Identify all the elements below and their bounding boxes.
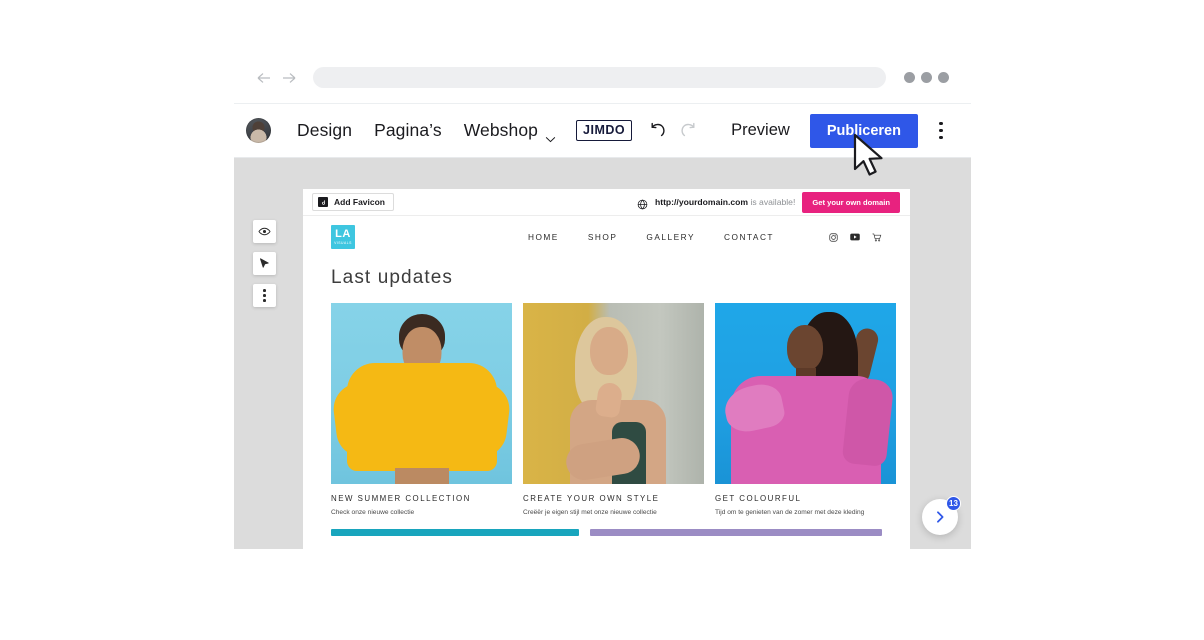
favicon-icon: [318, 197, 328, 207]
site-nav-links: HOME SHOP GALLERY CONTACT: [528, 232, 882, 242]
tool-rail: [253, 220, 276, 307]
arrow-left-icon[interactable]: [256, 70, 272, 86]
jimdo-logo[interactable]: JIMDO: [576, 120, 633, 141]
chevron-down-icon: [545, 127, 556, 143]
redo-icon[interactable]: [678, 120, 700, 142]
domain-availability: is available!: [748, 197, 796, 207]
editor-canvas: Add Favicon http://yourdomain.com is ava…: [234, 158, 971, 549]
card-description: Check onze nieuwe collectie: [331, 509, 415, 516]
add-favicon-label: Add Favicon: [334, 197, 386, 207]
youtube-icon[interactable]: [850, 233, 860, 241]
card-title: CREATE YOUR OWN STYLE: [523, 494, 660, 503]
site-logo[interactable]: LA VISUALS: [331, 225, 355, 249]
browser-chrome: [234, 52, 971, 104]
globe-icon: [637, 197, 648, 209]
card-title: GET COLOURFUL: [715, 494, 802, 503]
domain-bar: Add Favicon http://yourdomain.com is ava…: [303, 189, 910, 216]
screenshot-stage: Design Pagina’s Webshop JIMDO Preview Pu…: [0, 0, 1204, 640]
card-item[interactable]: NEW SUMMER COLLECTION Check onze nieuwe …: [331, 303, 512, 518]
menu-item-label: Webshop: [463, 120, 539, 140]
card-title: NEW SUMMER COLLECTION: [331, 494, 471, 503]
menu-item-label: Pagina’s: [374, 120, 442, 140]
site-preview: Add Favicon http://yourdomain.com is ava…: [303, 189, 910, 549]
card-description: Creëër je eigen stijl met onze nieuwe co…: [523, 509, 657, 516]
site-body: Last updates NEW SUMMER COLLECTION Check…: [303, 267, 910, 536]
window-dot[interactable]: [921, 72, 932, 83]
purple-bar: [589, 528, 882, 536]
card-grid: NEW SUMMER COLLECTION Check onze nieuwe …: [331, 303, 896, 518]
chevron-right-icon: [937, 511, 944, 523]
address-bar[interactable]: [313, 67, 886, 88]
shopping-cart-icon[interactable]: [872, 233, 882, 242]
mouse-pointer: [851, 133, 891, 179]
add-favicon-button[interactable]: Add Favicon: [312, 193, 395, 211]
instagram-icon[interactable]: [829, 232, 838, 242]
preview-button[interactable]: Preview: [717, 121, 804, 140]
site-nav-home[interactable]: HOME: [528, 232, 559, 242]
site-logo-sub: VISUALS: [334, 240, 352, 245]
menu-item-pages[interactable]: Pagina’s: [363, 120, 453, 141]
window-dot[interactable]: [904, 72, 915, 83]
card-description: Tijd om te genieten van de zomer met dez…: [715, 509, 865, 516]
site-nav-shop[interactable]: SHOP: [588, 232, 618, 242]
site-nav-gallery[interactable]: GALLERY: [646, 232, 695, 242]
card-image-own-style[interactable]: [523, 303, 704, 484]
browser-nav-arrows: [256, 70, 297, 86]
menu-item-webshop[interactable]: Webshop: [453, 120, 567, 143]
domain-name: http://yourdomain.com: [654, 197, 749, 207]
eye-icon[interactable]: [253, 220, 276, 243]
cursor-icon[interactable]: [253, 252, 276, 275]
site-logo-main: LA: [335, 228, 351, 241]
site-nav-contact[interactable]: CONTACT: [724, 232, 774, 242]
domain-status: http://yourdomain.com is available! Get …: [637, 191, 900, 213]
menu-item-label: Design: [297, 120, 353, 140]
chat-widget-button[interactable]: 13: [922, 496, 961, 535]
card-image-get-colourful[interactable]: [715, 303, 896, 484]
window-dot[interactable]: [938, 72, 949, 83]
more-vertical-icon[interactable]: [253, 284, 276, 307]
avatar[interactable]: [246, 118, 271, 143]
arrow-right-icon[interactable]: [281, 70, 297, 86]
page-title: Last updates: [331, 267, 454, 288]
get-domain-button[interactable]: Get your own domain: [802, 191, 900, 213]
domain-text: http://yourdomain.com is available!: [655, 197, 795, 207]
kebab-menu-icon[interactable]: [928, 121, 954, 140]
menu-item-design[interactable]: Design: [286, 120, 363, 141]
card-image-summer-collection[interactable]: [331, 303, 512, 484]
browser-window: Design Pagina’s Webshop JIMDO Preview Pu…: [234, 52, 971, 549]
card-item[interactable]: GET COLOURFUL Tijd om te genieten van de…: [715, 303, 896, 518]
color-bars: [331, 528, 882, 536]
site-navigation: LA VISUALS HOME SHOP GALLERY CONTACT: [303, 216, 910, 258]
card-item[interactable]: CREATE YOUR OWN STYLE Creëër je eigen st…: [523, 303, 704, 518]
window-controls: [904, 72, 949, 83]
undo-icon[interactable]: [646, 120, 668, 142]
chat-badge: 13: [946, 496, 961, 511]
site-social-icons: [829, 232, 882, 242]
teal-bar: [331, 528, 579, 536]
